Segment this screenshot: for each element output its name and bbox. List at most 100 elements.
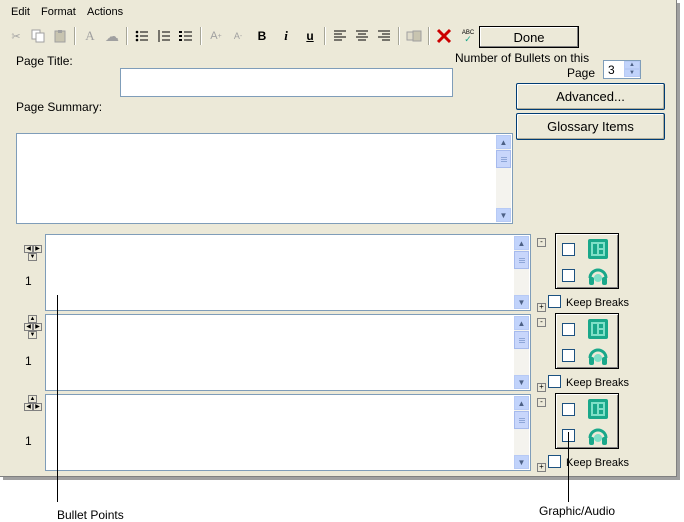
color-fill-icon[interactable]: ☁ (102, 26, 122, 46)
decrease-font-icon[interactable]: A- (228, 26, 248, 46)
keep-breaks-label: Keep Breaks (566, 377, 629, 389)
collapse-button[interactable]: - (537, 238, 546, 247)
grip-line (501, 159, 507, 160)
grip-line (519, 260, 525, 261)
graphic-checkbox[interactable] (562, 323, 575, 336)
scroll-up-icon[interactable]: ▲ (514, 236, 529, 250)
headphones-icon[interactable] (587, 265, 609, 287)
copy-icon[interactable] (28, 26, 48, 46)
move-left-icon[interactable]: ◀ (24, 245, 33, 253)
scroll-up-icon[interactable]: ▲ (514, 316, 529, 330)
bullet-points-callout-line (57, 295, 58, 502)
bold-icon[interactable]: B (252, 26, 272, 46)
spellcheck-icon[interactable]: ABC ✓ (458, 26, 478, 46)
bullet-text-input[interactable]: ▲ ▼ (45, 394, 531, 471)
expand-button[interactable]: + (537, 383, 546, 392)
font-icon[interactable]: A (80, 26, 100, 46)
headphones-icon[interactable] (587, 345, 609, 367)
page-title-input[interactable] (120, 68, 453, 97)
bullets-count-label-page: Page (567, 66, 596, 80)
collapse-button[interactable]: - (537, 398, 546, 407)
scroll-down-icon[interactable]: ▼ (496, 208, 511, 222)
checkmark-icon: ✓ (464, 34, 472, 44)
align-left-icon[interactable] (330, 26, 350, 46)
keep-breaks-checkbox[interactable] (548, 375, 561, 388)
cut-icon[interactable]: ✂ (6, 26, 26, 46)
bullet-text-input[interactable]: ▲ ▼ (45, 314, 531, 391)
align-right-icon[interactable] (374, 26, 394, 46)
bullet-text-input[interactable]: ▲ ▼ (45, 234, 531, 311)
increase-font-icon[interactable]: A + (206, 26, 226, 46)
insert-link-icon[interactable] (404, 26, 424, 46)
graphic-checkbox[interactable] (562, 403, 575, 416)
scroll-thumb[interactable] (496, 150, 511, 168)
bullet-number: 1 (25, 434, 32, 448)
menu-actions[interactable]: Actions (87, 6, 123, 18)
numbered-list-icon[interactable] (154, 26, 174, 46)
move-down-icon[interactable]: ▼ (28, 253, 37, 261)
scroll-up-icon[interactable]: ▲ (496, 135, 511, 149)
scroll-up-icon[interactable]: ▲ (514, 396, 529, 410)
keep-breaks-label: Keep Breaks (566, 457, 629, 469)
move-left-icon[interactable]: ◀ (24, 403, 33, 411)
bullet-scrollbar[interactable]: ▲ ▼ (514, 396, 529, 469)
grip-line (519, 262, 525, 263)
toolbar-separator (74, 27, 76, 45)
audio-checkbox[interactable] (562, 269, 575, 282)
move-up-icon[interactable]: ▲ (28, 315, 37, 323)
expand-button[interactable]: + (537, 463, 546, 472)
move-right-icon[interactable]: ▶ (33, 245, 42, 253)
scroll-thumb[interactable] (514, 411, 529, 429)
move-right-icon[interactable]: ▶ (33, 403, 42, 411)
bullet-row: ▲ ◀ ▶ ▼ 1 ▲ ▼ - + Keep Breaks (0, 312, 676, 392)
keep-breaks-checkbox[interactable] (548, 455, 561, 468)
advanced-button[interactable]: Advanced... (516, 83, 665, 110)
bullet-scrollbar[interactable]: ▲ ▼ (514, 236, 529, 309)
menu-bar: Edit Format Actions (0, 0, 676, 22)
align-center-icon[interactable] (352, 26, 372, 46)
graphic-checkbox[interactable] (562, 243, 575, 256)
paste-icon[interactable] (50, 26, 70, 46)
graphic-icon[interactable] (587, 238, 609, 260)
bullet-scrollbar[interactable]: ▲ ▼ (514, 316, 529, 389)
toolbar-separator (126, 27, 128, 45)
stepper-up-icon[interactable]: ▲ (624, 61, 640, 69)
bullet-row: ◀ ▶ ▼ 1 ▲ ▼ - + Keep Breaks (0, 232, 676, 312)
stepper-down-icon[interactable]: ▼ (624, 69, 640, 77)
media-panel (555, 233, 619, 289)
menu-edit[interactable]: Edit (11, 6, 30, 18)
scroll-down-icon[interactable]: ▼ (514, 455, 529, 469)
graphic-icon[interactable] (587, 398, 609, 420)
scroll-thumb[interactable] (514, 331, 529, 349)
audio-checkbox[interactable] (562, 349, 575, 362)
glossary-items-button[interactable]: Glossary Items (516, 113, 665, 140)
toolbar-separator (200, 27, 202, 45)
outline-list-icon[interactable] (176, 26, 196, 46)
keep-breaks-checkbox[interactable] (548, 295, 561, 308)
page-summary-input[interactable]: ▲ ▼ (16, 133, 513, 224)
summary-scrollbar[interactable]: ▲ ▼ (496, 135, 511, 222)
graphic-icon[interactable] (587, 318, 609, 340)
bullets-count-stepper[interactable]: 3 ▲ ▼ (603, 60, 641, 79)
move-right-icon[interactable]: ▶ (33, 323, 42, 331)
move-left-icon[interactable]: ◀ (24, 323, 33, 331)
bullet-list-icon[interactable] (132, 26, 152, 46)
scroll-thumb[interactable] (514, 251, 529, 269)
grip-line (519, 342, 525, 343)
italic-icon[interactable]: i (276, 26, 296, 46)
expand-button[interactable]: + (537, 303, 546, 312)
scroll-down-icon[interactable]: ▼ (514, 295, 529, 309)
grip-line (519, 420, 525, 421)
grip-line (519, 422, 525, 423)
scroll-down-icon[interactable]: ▼ (514, 375, 529, 389)
done-button[interactable]: Done (479, 26, 579, 48)
grip-line (519, 258, 525, 259)
headphones-icon[interactable] (587, 425, 609, 447)
collapse-button[interactable]: - (537, 318, 546, 327)
menu-format[interactable]: Format (41, 6, 76, 18)
underline-icon[interactable]: u (300, 26, 320, 46)
move-up-icon[interactable]: ▲ (28, 395, 37, 403)
grip-line (501, 157, 507, 158)
delete-icon[interactable] (434, 26, 454, 46)
move-down-icon[interactable]: ▼ (28, 331, 37, 339)
